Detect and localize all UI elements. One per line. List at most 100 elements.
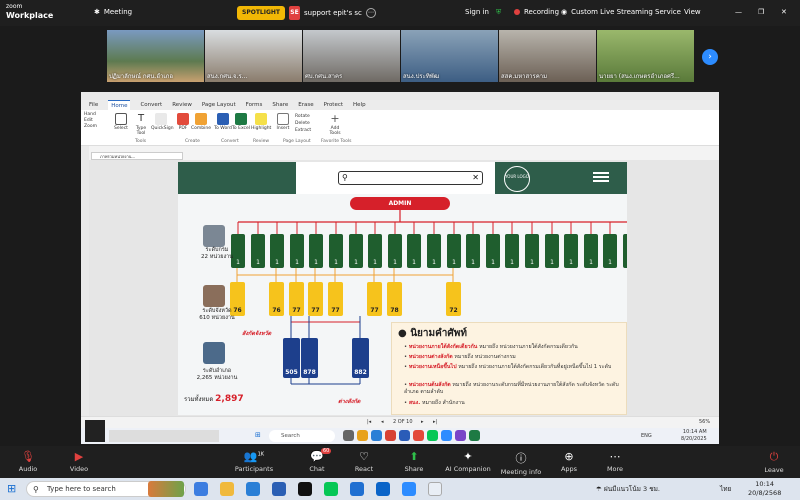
page-indicator[interactable]: 2 OF 10 <box>393 419 413 425</box>
left-side-panel[interactable] <box>81 146 89 416</box>
definition-term: หน่วยงานต่างสังกัด <box>408 354 453 360</box>
chrome-icon[interactable] <box>385 430 396 441</box>
react-button[interactable]: ♡ React <box>344 450 384 473</box>
pdf-button[interactable]: PDF <box>173 113 193 131</box>
taskbar-lang[interactable]: ไทย <box>720 484 731 494</box>
level-province: ระดับจังหวัด 610 หน่วยงาน <box>196 308 238 322</box>
first-page-icon[interactable]: |◂ <box>367 419 371 425</box>
app-titlebar <box>81 92 719 100</box>
quicksign-button[interactable]: QuickSign <box>151 113 174 131</box>
word-taskbar-icon[interactable] <box>272 482 286 496</box>
video-button[interactable]: ▶ Video <box>59 450 99 473</box>
pdf-app-icon[interactable] <box>413 430 424 441</box>
department-count: 1 <box>452 259 456 266</box>
zoom-taskbar-icon[interactable] <box>402 482 416 496</box>
apps-label: Apps <box>560 465 578 473</box>
weather-widget[interactable]: ☂ ฝนมีแนวโน้ม 3 ชม. <box>596 484 660 494</box>
folder-icon[interactable] <box>357 430 368 441</box>
add-tools-button[interactable]: + Add Tools <box>325 113 345 137</box>
menu-home[interactable]: Home <box>108 100 131 110</box>
menu-erase[interactable]: Erase <box>298 100 313 110</box>
document-tab[interactable]: ภาพรวมหน่วยงาน... <box>91 152 183 160</box>
participants-button[interactable]: 👥1K Participants <box>234 450 274 473</box>
mail-icon[interactable] <box>350 482 364 496</box>
to-word-button[interactable]: To Word <box>213 113 233 131</box>
maximize-button[interactable]: ❐ <box>758 8 764 16</box>
participant-tile[interactable]: สนง.ประทิพัฒ <box>401 30 498 82</box>
last-page-icon[interactable]: ▸| <box>433 419 437 425</box>
teams-app-icon[interactable] <box>455 430 466 441</box>
leave-button[interactable]: ⏻ Leave <box>754 450 794 474</box>
app-icon[interactable] <box>343 430 354 441</box>
edge-browser-icon[interactable] <box>246 482 260 496</box>
menu-review[interactable]: Review <box>172 100 192 110</box>
department-count: 1 <box>550 259 554 266</box>
share-button[interactable]: ⬆ Share <box>394 450 434 473</box>
next-page-icon[interactable]: › <box>702 49 718 65</box>
remote-blank-area <box>109 430 219 442</box>
menu-help[interactable]: Help <box>353 100 366 110</box>
meeting-people-icon <box>203 342 225 364</box>
more-options-icon[interactable]: ⋯ <box>365 8 376 18</box>
menu-file[interactable]: File <box>89 100 98 110</box>
participant-tile[interactable]: ปฏิมาลักษณ์ กศน.อำเภอ <box>107 30 204 82</box>
more-button[interactable]: ⋯ More <box>595 450 635 473</box>
taskbar-clock[interactable]: 10:14 20/8/2568 <box>748 480 781 498</box>
remote-search-box[interactable]: Search <box>269 430 335 442</box>
menu-convert[interactable]: Convert <box>140 100 162 110</box>
participant-tile[interactable]: สนง.กศน.จ.ร... <box>205 30 302 82</box>
audio-button[interactable]: 🎙 Audio <box>8 450 48 473</box>
combine-button[interactable]: Combine <box>191 113 211 131</box>
remote-clock[interactable]: 10:14 AM 8/20/2025 <box>681 429 707 443</box>
signin-button[interactable]: Sign in <box>465 8 489 16</box>
edge-icon[interactable] <box>371 430 382 441</box>
zoom-app-icon[interactable] <box>441 430 452 441</box>
participant-tile[interactable]: ศบ.กศน.สาคร <box>303 30 400 82</box>
tiktok-icon[interactable] <box>298 482 312 496</box>
menu-share[interactable]: Share <box>272 100 288 110</box>
menu-protect[interactable]: Protect <box>324 100 343 110</box>
apps-button[interactable]: ⊕ Apps <box>549 450 589 473</box>
rotate-button[interactable]: Rotate <box>295 113 311 120</box>
insert-button[interactable]: Insert <box>273 113 293 131</box>
taskbar-search-placeholder: Type here to search <box>47 485 116 493</box>
ai-companion-button[interactable]: ✦ AI Companion <box>440 450 496 473</box>
meeting-menu[interactable]: ✱ Meeting <box>94 8 132 16</box>
file-explorer-icon[interactable] <box>220 482 234 496</box>
meeting-info-button[interactable]: ⓘ Meeting info <box>498 450 544 476</box>
close-button[interactable]: ✕ <box>781 8 787 16</box>
highlight-button[interactable]: Highlight <box>251 113 271 131</box>
windows-start-icon[interactable]: ⊞ <box>255 431 261 439</box>
leave-label: Leave <box>764 466 784 474</box>
extract-button[interactable]: Extract <box>295 127 311 134</box>
menu-forms[interactable]: Forms <box>246 100 263 110</box>
task-view-icon[interactable] <box>194 482 208 496</box>
remote-lang[interactable]: ENG <box>641 433 652 439</box>
zoom-tool[interactable]: Zoom <box>84 124 97 130</box>
view-menu[interactable]: View <box>684 8 701 16</box>
windows-start-button[interactable]: ⊞ <box>7 482 16 495</box>
shield-icon[interactable]: ⛨ <box>496 8 501 17</box>
chat-button[interactable]: 💬 60 Chat <box>297 448 337 473</box>
menu-page-layout[interactable]: Page Layout <box>202 100 236 110</box>
participant-tile[interactable]: นายยา (สนง.เกษตรอำเภอศรี... <box>597 30 694 82</box>
participant-tile[interactable]: สสค.มหาสารคาม <box>499 30 596 82</box>
prev-page-icon[interactable]: ◂ <box>381 419 384 425</box>
word-app-icon[interactable] <box>399 430 410 441</box>
to-excel-button[interactable]: To Excel <box>231 113 251 131</box>
select-button[interactable]: Select <box>111 113 131 131</box>
province-count: 77 <box>370 307 379 314</box>
recording-indicator[interactable]: Recording <box>514 8 559 16</box>
live-stream-indicator[interactable]: ◉ Custom Live Streaming Service <box>561 8 681 16</box>
delete-button[interactable]: Delete <box>295 120 311 127</box>
line-taskbar-icon[interactable] <box>324 482 338 496</box>
minimize-button[interactable]: — <box>735 8 742 16</box>
type-tool-button[interactable]: T Type Tool <box>131 113 151 136</box>
store-icon[interactable] <box>376 482 390 496</box>
zoom-level[interactable]: 56% <box>699 419 710 425</box>
notepad-icon[interactable] <box>428 482 442 496</box>
excel-icon <box>235 113 247 125</box>
line-app-icon[interactable] <box>427 430 438 441</box>
excel-app-icon[interactable] <box>469 430 480 441</box>
next-page-arrow-icon[interactable]: ▸ <box>421 419 424 425</box>
